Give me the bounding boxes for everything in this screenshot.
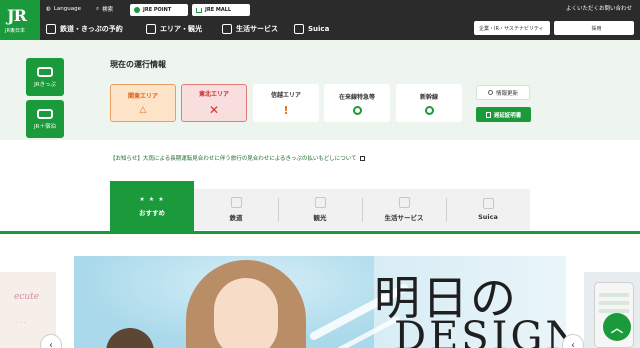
status-card-limited-express[interactable]: 在来線特急等 (324, 84, 390, 122)
shop-icon (222, 24, 232, 34)
phone-row (599, 301, 629, 305)
nav-suica[interactable]: Suica (294, 22, 329, 36)
company-ir-link[interactable]: 企業・IR・サステナビリティ (474, 21, 550, 35)
chevron-left-icon: ‹ (49, 339, 53, 348)
hero-person-face (214, 278, 278, 348)
carousel-slide-hero[interactable]: 明日の DESIGN (74, 256, 566, 348)
status-card-tohoku[interactable]: 東北エリア ✕ (181, 84, 247, 122)
external-link-icon (359, 155, 365, 161)
recruit-link[interactable]: 採用 (554, 21, 634, 35)
jr-ticket-tile[interactable]: JRきっぷ (26, 58, 64, 96)
search-button[interactable]: ⌕ 検索 (96, 3, 113, 15)
status-card-kanto[interactable]: 関東エリア △ (110, 84, 176, 122)
nav-life-services[interactable]: 生活サービス (222, 22, 278, 36)
tab-label: 鉄道 (229, 214, 243, 222)
card-icon (482, 198, 494, 209)
jre-mall-label: JRE MALL (205, 7, 232, 13)
shop-icon (398, 197, 410, 208)
jr-hotel-tile[interactable]: JR＋宿泊 (26, 100, 64, 138)
search-icon: ⌕ (96, 5, 100, 12)
jre-point-label: JRE POINT (143, 7, 172, 13)
ecute-logo-secondary: · · · (16, 320, 26, 327)
nav-label: Suica (308, 25, 330, 33)
card-label: 新幹線 (419, 93, 438, 101)
normal-circle-icon (352, 105, 362, 115)
notice-link[interactable]: 【お知らせ】大雨による長期運転見合わせに伴う旅行の見合わせによるきっぷの払いもど… (110, 154, 365, 162)
normal-circle-icon (424, 105, 434, 115)
back-to-top-button[interactable]: ︿ (603, 313, 631, 341)
nav-label: 生活サービス (236, 25, 278, 33)
tile-label: JR＋宿泊 (34, 123, 56, 130)
tab-rail[interactable]: 鉄道 (194, 189, 278, 230)
status-card-shinkansen[interactable]: 新幹線 (396, 84, 462, 122)
globe-icon: ◍ (46, 6, 51, 12)
tab-label: 観光 (313, 214, 327, 222)
tab-label: おすすめ (139, 208, 165, 217)
notice-text: 【お知らせ】大雨による長期運転見合わせに伴う旅行の見合わせによるきっぷの払いもど… (110, 156, 357, 162)
ecute-logo: ecute (14, 292, 40, 302)
logo-mark: JR (7, 6, 27, 25)
logo-subtitle: JR東日本 (5, 28, 25, 34)
tile-label: JRきっぷ (34, 81, 56, 88)
document-icon (485, 111, 491, 118)
global-header: JR JR東日本 ◍ Language ⌕ 検索 JRE POINT JRE M… (0, 0, 640, 40)
tab-label: Suica (478, 213, 498, 221)
delay-triangle-icon: △ (139, 105, 147, 115)
search-label: 検索 (102, 7, 114, 13)
phone-row (599, 293, 629, 297)
jre-mall-button[interactable]: JRE MALL (192, 4, 250, 16)
tab-life-services[interactable]: 生活サービス (362, 189, 446, 230)
language-button[interactable]: ◍ Language (46, 3, 81, 15)
card-icon (294, 24, 304, 34)
nav-area-tourism[interactable]: エリア・観光 (146, 22, 202, 36)
chevron-left-icon: ‹ (571, 339, 575, 348)
nav-label: エリア・観光 (160, 25, 202, 33)
nav-label: 鉄道・きっぷの予約 (60, 25, 123, 33)
luggage-icon (37, 108, 53, 119)
cart-icon (196, 7, 202, 13)
nav-rail-tickets[interactable]: 鉄道・きっぷの予約 (46, 22, 123, 36)
delay-certificate-button[interactable]: 遅延証明書 (476, 107, 531, 122)
jre-point-icon (134, 7, 140, 13)
tab-underline (0, 231, 640, 234)
language-label: Language (53, 6, 81, 12)
chevron-up-icon: ︿ (610, 320, 623, 335)
suspended-x-icon: ✕ (208, 103, 220, 117)
map-icon (146, 24, 156, 34)
stars-icon: ★ ★ ★ (139, 195, 165, 203)
tab-recommended[interactable]: ★ ★ ★ おすすめ (110, 181, 194, 231)
update-label: 情報更新 (495, 90, 518, 97)
card-label: 東北エリア (198, 91, 229, 98)
card-label: 関東エリア (127, 93, 158, 100)
jre-point-button[interactable]: JRE POINT (130, 4, 188, 16)
update-info-button[interactable]: 情報更新 (476, 85, 530, 100)
carousel-next-button[interactable]: ‹ (562, 334, 584, 348)
tab-label: 生活サービス (384, 214, 424, 222)
carousel-prev-button[interactable]: ‹ (40, 334, 62, 348)
suitcase-icon (314, 197, 326, 208)
faq-link[interactable]: よくいただくお問い合わせ (566, 4, 632, 12)
card-label: 在来線特急等 (338, 93, 375, 101)
status-card-shinetsu[interactable]: 信越エリア ! (253, 84, 319, 122)
status-panel (0, 40, 640, 140)
shinkansen-icon (37, 66, 53, 77)
alert-icon: ! (283, 103, 289, 117)
cert-label: 遅延証明書 (493, 112, 522, 119)
refresh-icon (487, 90, 493, 95)
tab-tourism[interactable]: 観光 (278, 189, 362, 230)
jr-east-logo[interactable]: JR JR東日本 (0, 0, 40, 40)
train-icon (46, 24, 56, 34)
train-icon (230, 197, 242, 208)
hero-headline-2: DESIGN (394, 314, 566, 348)
status-title: 現在の運行情報 (110, 60, 166, 69)
tab-suica[interactable]: Suica (446, 189, 530, 230)
card-label: 信越エリア (270, 91, 301, 99)
